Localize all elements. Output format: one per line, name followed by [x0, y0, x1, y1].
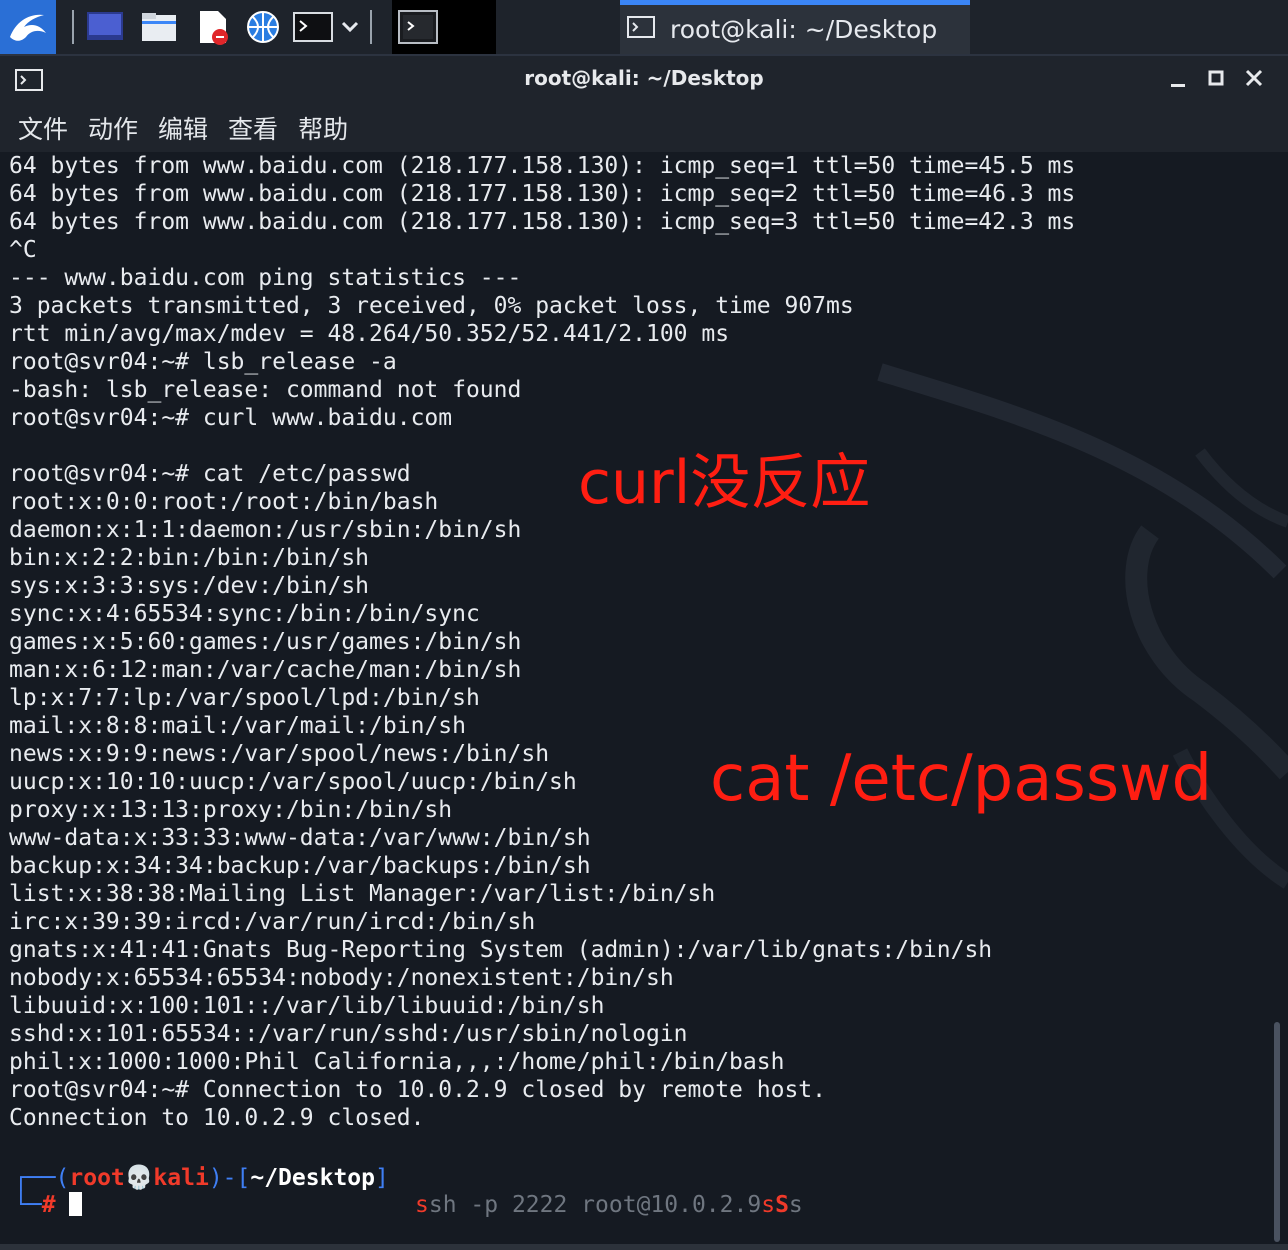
terminal-line: phil:x:1000:1000:Phil California,,,:/hom… [9, 1049, 785, 1075]
minimize-button[interactable] [1164, 64, 1192, 94]
terminal-icon [626, 14, 656, 46]
terminal-icon[interactable] [292, 9, 334, 45]
menu-action[interactable]: 动作 [70, 110, 138, 146]
terminal-line: daemon:x:1:1:daemon:/usr/sbin:/bin/sh [9, 517, 522, 543]
prompt-line-1: ┌──(root💀kali)-[~/Desktop] [14, 1164, 389, 1191]
terminal-line: 3 packets transmitted, 3 received, 0% pa… [9, 293, 854, 319]
terminal-line: 64 bytes from www.baidu.com (218.177.158… [9, 181, 1076, 207]
terminal-line: games:x:5:60:games:/usr/games:/bin/sh [9, 629, 522, 655]
terminal-line: sync:x:4:65534:sync:/bin:/bin/sync [9, 601, 480, 627]
terminal-active-icon [398, 10, 438, 44]
terminal-line: root@svr04:~# lsb_release -a [9, 349, 397, 375]
suggestion-tail: s [788, 1192, 803, 1218]
menu-help[interactable]: 帮助 [280, 110, 348, 146]
terminal-text: 64 bytes from www.baidu.com (218.177.158… [9, 152, 1075, 1132]
prompt-host: kali [153, 1165, 209, 1191]
menu-file[interactable]: 文件 [0, 110, 68, 146]
menu-edit[interactable]: 编辑 [140, 110, 208, 146]
terminal-line: nobody:x:65534:65534:nobody:/nonexistent… [9, 965, 674, 991]
terminal-line: rtt min/avg/max/mdev = 48.264/50.352/52.… [9, 321, 730, 347]
taskbar-separator [370, 10, 372, 44]
desktop-icon[interactable] [86, 9, 124, 45]
suggestion-s: s [415, 1192, 429, 1218]
terminal-line: 64 bytes from www.baidu.com (218.177.158… [9, 209, 1076, 235]
terminal-line: www-data:x:33:33:www-data:/var/www:/bin/… [9, 825, 591, 851]
text-cursor [69, 1192, 83, 1216]
curl-annotation: curl没反应 [578, 448, 871, 518]
terminal-line: man:x:6:12:man:/var/cache/man:/bin/sh [9, 657, 522, 683]
terminal-line: sshd:x:101:65534::/var/run/sshd:/usr/sbi… [9, 1021, 688, 1047]
file-manager-icon[interactable] [140, 9, 178, 45]
prompt-cwd: ~/Desktop [250, 1165, 375, 1191]
terminal-line: bin:x:2:2:bin:/bin:/bin/sh [9, 545, 370, 571]
terminal-line: root@svr04:~# curl www.baidu.com [9, 405, 453, 431]
taskbar-separator [72, 10, 74, 44]
suggestion-tail: s [761, 1192, 776, 1218]
prompt-line-2: └─# [14, 1192, 83, 1218]
suggestion-text: sh -p 2222 root@10.0.2.9 [428, 1192, 762, 1218]
terminal-line: lp:x:7:7:lp:/var/spool/lpd:/bin/sh [9, 685, 480, 711]
terminal-line: --- www.baidu.com ping statistics --- [9, 265, 522, 291]
taskbar-window-entry[interactable]: root@kali: ~/Desktop [620, 0, 970, 54]
terminal-line: root@svr04:~# cat /etc/passwd [9, 461, 411, 487]
prompt-hash: # [41, 1192, 56, 1218]
prompt-corner: └─ [14, 1192, 42, 1218]
maximize-button[interactable] [1202, 64, 1230, 94]
terminal-line: list:x:38:38:Mailing List Manager:/var/l… [9, 881, 716, 907]
suggestion-tail: S [775, 1192, 789, 1218]
window-title: root@kali: ~/Desktop [524, 66, 764, 90]
menu-bar: 文件 动作 编辑 查看 帮助 [0, 104, 1288, 152]
window-titlebar[interactable]: root@kali: ~/Desktop [0, 56, 1288, 104]
terminal-line: gnats:x:41:41:Gnats Bug-Reporting System… [9, 937, 993, 963]
taskbar: root@kali: ~/Desktop [0, 0, 1288, 54]
terminal-line: root:x:0:0:root:/root:/bin/bash [9, 489, 439, 515]
prompt-bracket: )-[ [208, 1165, 251, 1191]
active-terminal-launcher[interactable] [392, 0, 496, 54]
skull-icon: 💀 [124, 1165, 154, 1191]
autosuggestion: ssh -p 2222 root@10.0.2.9sSs [415, 1192, 803, 1218]
taskbar-window-title: root@kali: ~/Desktop [670, 15, 938, 44]
terminal-line: backup:x:34:34:backup:/var/backups:/bin/… [9, 853, 591, 879]
terminal-line: libuuid:x:100:101::/var/lib/libuuid:/bin… [9, 993, 605, 1019]
close-button[interactable] [1240, 64, 1268, 94]
terminal-line: irc:x:39:39:ircd:/var/run/ircd:/bin/sh [9, 909, 536, 935]
terminal-output[interactable]: 64 bytes from www.baidu.com (218.177.158… [0, 152, 1288, 1250]
menu-view[interactable]: 查看 [210, 110, 278, 146]
dropdown-icon[interactable] [338, 9, 362, 45]
terminal-line: -bash: lsb_release: command not found [9, 377, 522, 403]
terminal-line: ^C [9, 237, 37, 263]
scrollbar[interactable] [1274, 1022, 1280, 1242]
text-editor-icon[interactable] [194, 9, 232, 45]
prompt-user: root [69, 1165, 125, 1191]
terminal-line: Connection to 10.0.2.9 closed. [9, 1105, 425, 1131]
prompt-bracket: ┌──( [14, 1165, 70, 1191]
shell-prompt[interactable]: ┌──(root💀kali)-[~/Desktop] └─# ssh -p 22… [0, 1164, 1288, 1234]
cat-annotation: cat /etc/passwd [710, 742, 1213, 816]
kali-menu-icon[interactable] [0, 0, 56, 54]
terminal-line: mail:x:8:8:mail:/var/mail:/bin/sh [9, 713, 466, 739]
window-bottom-edge [0, 1244, 1288, 1250]
terminal-line: sys:x:3:3:sys:/dev:/bin/sh [9, 573, 370, 599]
terminal-line: 64 bytes from www.baidu.com (218.177.158… [9, 153, 1076, 179]
terminal-window: root@kali: ~/Desktop 文件 动作 编辑 查看 帮助 64 b… [0, 54, 1288, 1250]
prompt-bracket: ] [374, 1165, 389, 1191]
web-browser-icon[interactable] [244, 9, 282, 45]
terminal-line: root@svr04:~# Connection to 10.0.2.9 clo… [9, 1077, 826, 1103]
